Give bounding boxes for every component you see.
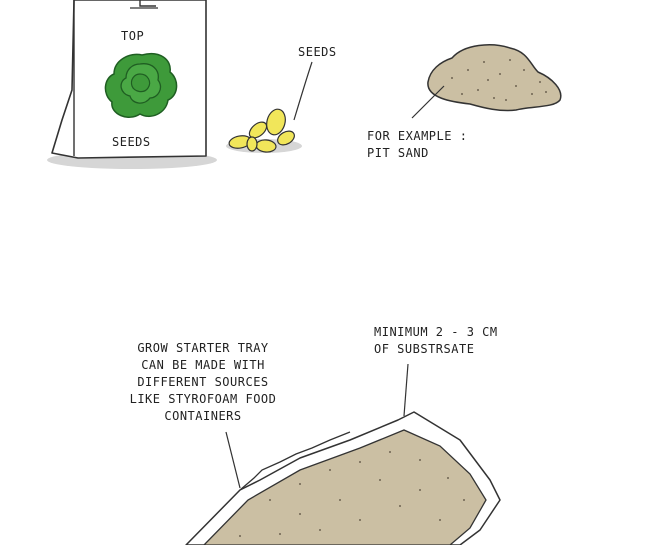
bag-seeds-label: SEEDS	[112, 135, 151, 149]
bag-top-label: TOP	[121, 29, 145, 43]
tray-note-line4: LIKE STYROFOAM FOOD	[129, 392, 277, 406]
tray-note-line1: GROW STARTER TRAY	[137, 341, 269, 355]
tray-note-line3: DIFFERENT SOURCES	[137, 375, 269, 389]
tray-note: GROW STARTER TRAY CAN BE MADE WITH DIFFE…	[128, 340, 278, 425]
illustration-drawing	[47, 0, 562, 545]
illustration-canvas: TOP SEEDS SEEDS FOR EXAMPLE : PIT SAND G…	[0, 0, 655, 545]
seeds-pile-illustration	[226, 61, 313, 153]
sand-label-line2: PIT SAND	[367, 146, 429, 160]
tray-note-line2: CAN BE MADE WITH	[141, 358, 265, 372]
sand-label-line1: FOR EXAMPLE :	[367, 129, 468, 143]
seeds-label: SEEDS	[298, 45, 337, 59]
pit-sand-illustration	[411, 44, 562, 119]
substrate-note-line1: MINIMUM 2 - 3 CM	[374, 325, 498, 339]
substrate-note-line2: OF SUBSTRSATE	[374, 342, 475, 356]
tray-note-line5: CONTAINERS	[164, 409, 242, 423]
